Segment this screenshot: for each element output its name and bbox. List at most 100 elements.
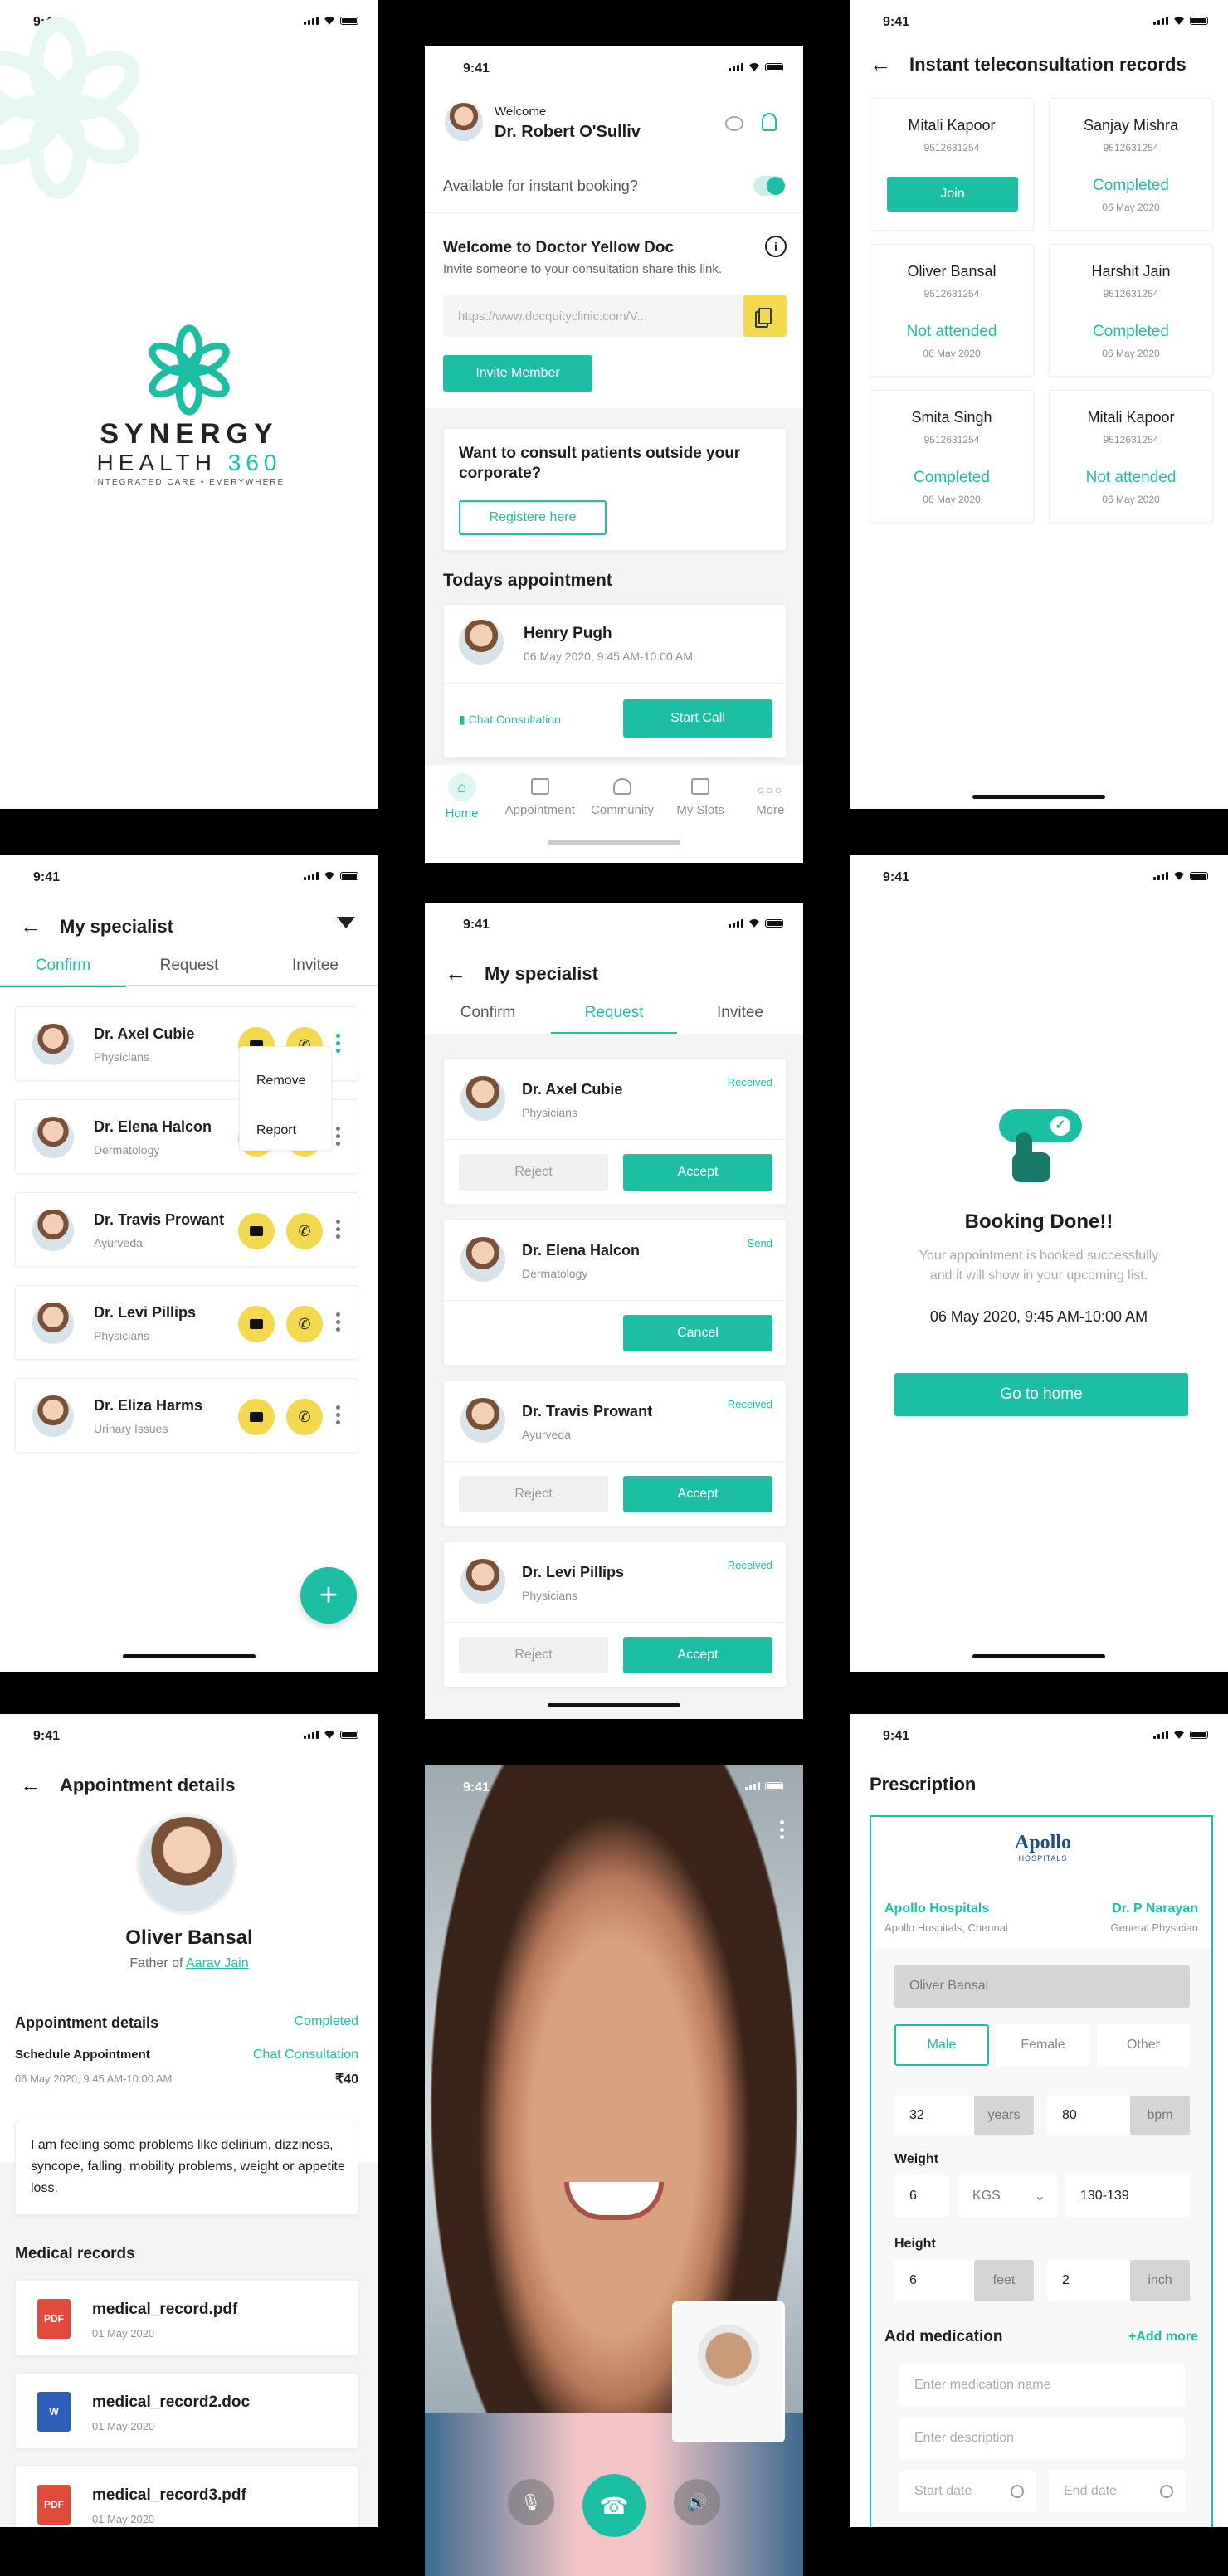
rx-form: Apollo HOSPITALS Apollo Hospitals Apollo…	[870, 1815, 1213, 2527]
doctor-specialty: Ayurveda	[94, 1236, 143, 1249]
file-date: 01 May 2020	[92, 2420, 155, 2432]
request-status: Received	[727, 1076, 772, 1088]
audio-call-button[interactable]: ✆	[286, 1399, 323, 1435]
invite-link-field[interactable]: https://www.docquityclinic.com/V...	[443, 295, 743, 337]
tab-confirm[interactable]: Confirm	[0, 957, 126, 987]
accept-button[interactable]: Accept	[623, 1476, 772, 1512]
patient-name-field[interactable]: Oliver Bansal	[894, 1965, 1190, 2008]
tab-invitee[interactable]: Invitee	[252, 957, 378, 987]
reject-button[interactable]: Reject	[459, 1476, 608, 1512]
back-arrow-icon[interactable]: ←	[20, 1772, 41, 1798]
join-button[interactable]: Join	[887, 177, 1018, 212]
video-call-button[interactable]	[238, 1399, 275, 1435]
video-more-icon[interactable]	[780, 1820, 784, 1839]
status-time: 9:41	[33, 1729, 61, 1743]
specialist-row[interactable]: Dr. Travis Prowant Ayurveda ✆	[15, 1192, 358, 1267]
chat-icon[interactable]	[725, 116, 743, 131]
doctor-avatar	[459, 1557, 507, 1605]
go-home-button[interactable]: Go to home	[894, 1373, 1188, 1416]
record-card[interactable]: Harshit Jain 9512631254 Completed 06 May 20…	[1049, 244, 1213, 377]
add-more-link[interactable]: +Add more	[1128, 2330, 1198, 2345]
nav-community[interactable]: Community	[585, 765, 660, 863]
doctor-avatar[interactable]	[443, 101, 485, 143]
start-date-field[interactable]: Start date	[899, 2471, 1036, 2512]
booking-done-screen: 9:41 ✓ Booking Done!! Your appointment i…	[850, 855, 1228, 1672]
bpm-field[interactable]: 80	[1047, 2096, 1130, 2135]
gender-other[interactable]: Other	[1097, 2024, 1190, 2066]
record-card[interactable]: Mitali Kapoor 9512631254 Join	[870, 98, 1034, 231]
end-date-field[interactable]: End date	[1049, 2471, 1185, 2512]
mute-button[interactable]: 🎙	[508, 2479, 554, 2525]
gender-male[interactable]: Male	[894, 2024, 989, 2066]
video-call-button[interactable]	[238, 1306, 275, 1342]
mic-off-icon: 🎙	[520, 2493, 542, 2512]
accept-button[interactable]: Accept	[623, 1154, 772, 1191]
age-field[interactable]: 32	[894, 2096, 974, 2135]
father-link[interactable]: Aarav Jain	[186, 1956, 249, 1970]
self-video-thumbnail[interactable]	[672, 2301, 785, 2442]
copy-link-button[interactable]	[743, 295, 787, 337]
audio-call-button[interactable]: ✆	[286, 1213, 323, 1249]
more-options-icon[interactable]	[336, 1312, 340, 1332]
menu-remove[interactable]: Remove	[256, 1074, 306, 1088]
back-arrow-icon[interactable]: ←	[445, 961, 466, 986]
height-inch-field[interactable]: 2	[1047, 2260, 1130, 2301]
medical-record-row[interactable]: Wmedical_record2.doc 01 May 2020	[15, 2373, 358, 2449]
tab-invitee[interactable]: Invitee	[677, 1004, 803, 1035]
availability-toggle[interactable]	[753, 176, 785, 196]
weight-unit-select[interactable]: KGS ⌄	[958, 2175, 1057, 2217]
outside-title: Want to consult patients outside your co…	[459, 445, 741, 482]
record-card[interactable]: Mitali Kapoor 9512631254 Not attended 06 Ma…	[1049, 390, 1213, 523]
medical-record-row[interactable]: PDF medical_record3.pdf 01 May 2020	[15, 2466, 358, 2527]
medication-name-field[interactable]: Enter medication name	[899, 2364, 1185, 2406]
more-options-icon[interactable]	[336, 1220, 340, 1239]
doctor-name: Dr. Axel Cubie	[522, 1081, 623, 1098]
nav-my-slots[interactable]: My Slots	[667, 765, 733, 863]
nav-more[interactable]: ○○○ More	[741, 765, 799, 863]
audio-call-button[interactable]: ✆	[286, 1306, 323, 1342]
height-feet-field[interactable]: 6	[894, 2260, 974, 2301]
speaker-button[interactable]: 🔊	[674, 2479, 720, 2525]
filter-icon[interactable]	[337, 917, 355, 928]
bell-icon[interactable]	[762, 113, 777, 131]
reject-button[interactable]: Reject	[459, 1637, 608, 1673]
medication-desc-field[interactable]: Enter description	[899, 2418, 1185, 2459]
back-arrow-icon[interactable]: ←	[870, 51, 891, 77]
accept-button[interactable]: Accept	[623, 1637, 772, 1673]
specialist-row[interactable]: Dr. Eliza Harms Urinary Issues ✆	[15, 1378, 358, 1453]
cancel-button[interactable]: Cancel	[623, 1315, 772, 1351]
menu-report[interactable]: Report	[256, 1123, 296, 1138]
more-options-icon[interactable]	[336, 1405, 340, 1424]
tab-request[interactable]: Request	[551, 1004, 677, 1035]
record-card[interactable]: Oliver Bansal 9512631254 Not attended 06 Ma…	[870, 244, 1034, 377]
tab-confirm[interactable]: Confirm	[425, 1004, 551, 1035]
medical-record-row[interactable]: PDF medical_record.pdf 01 May 2020	[15, 2280, 358, 2356]
info-icon[interactable]: i	[765, 236, 787, 257]
back-arrow-icon[interactable]: ←	[20, 913, 41, 939]
record-card[interactable]: Smita Singh 9512631254 Completed 06 May 202…	[870, 390, 1034, 523]
doctor-name: Dr. P Narayan	[1112, 1902, 1198, 1916]
invite-member-button[interactable]: Invite Member	[443, 355, 592, 392]
tab-request[interactable]: Request	[126, 957, 252, 987]
brand-synergy: SYNERGY	[100, 418, 279, 450]
reject-button[interactable]: Reject	[459, 1154, 608, 1191]
weight-field[interactable]: 6	[894, 2175, 949, 2217]
more-options-icon[interactable]	[336, 1034, 340, 1053]
nav-community-label: Community	[591, 803, 654, 817]
nav-appointment[interactable]: Appointment	[503, 765, 577, 863]
rx-title: Prescription	[870, 1774, 977, 1794]
gender-female[interactable]: Female	[996, 2024, 1090, 2066]
specialist-row[interactable]: Dr. Levi Pillips Physicians ✆	[15, 1285, 358, 1360]
record-card[interactable]: Sanjay Mishra 9512631254 Completed 06 May 2…	[1049, 98, 1213, 231]
nav-home[interactable]: ⌂ Home	[429, 765, 495, 863]
more-options-icon[interactable]	[336, 1127, 340, 1146]
register-button[interactable]: Registere here	[459, 500, 607, 535]
add-fab-button[interactable]: +	[300, 1567, 357, 1624]
video-call-button[interactable]	[238, 1213, 275, 1249]
start-call-button[interactable]: Start Call	[623, 699, 772, 738]
consult-type: Chat Consultation	[252, 2048, 358, 2062]
end-call-button[interactable]: ☎	[582, 2474, 646, 2537]
booking-desc-2: and it will show in your upcoming list.	[929, 1269, 1148, 1283]
weight-range-field[interactable]: 130-139	[1065, 2175, 1190, 2217]
today-title: Todays appointment	[443, 571, 612, 590]
